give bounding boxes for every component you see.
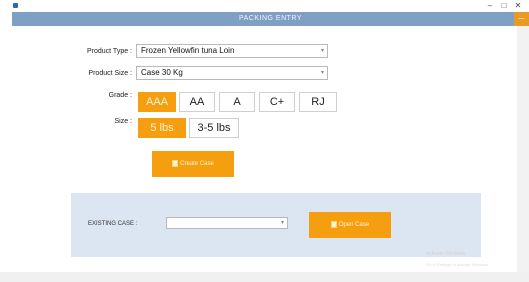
chevron-down-icon: ▾ [320, 70, 324, 76]
create-case-label: Create Case [180, 161, 214, 167]
grade-option-a[interactable]: A [219, 92, 255, 112]
activate-windows-subtext: Go to Settings to activate Windows. [426, 262, 490, 267]
grade-label: Grade : [108, 92, 132, 99]
chevron-down-icon: ▾ [320, 48, 324, 54]
grade-option-aaa[interactable]: AAA [138, 92, 176, 112]
form-header: PACKING ENTRY — [12, 12, 529, 26]
size-option-3-5lbs[interactable]: 3-5 lbs [189, 118, 239, 138]
product-size-label: Product Size : [88, 70, 132, 77]
product-type-label: Product Type : [86, 48, 132, 55]
existing-case-panel: EXISTING CASE : ▾ Open Case [71, 193, 481, 257]
create-case-button[interactable]: Create Case [152, 151, 234, 177]
minimize-button[interactable]: – [483, 0, 497, 12]
left-margin [0, 12, 12, 282]
product-type-dropdown[interactable]: Frozen Yellowfin tuna Loin ▾ [136, 44, 328, 58]
open-case-label: Open Case [338, 222, 370, 228]
product-type-value: Frozen Yellowfin tuna Loin [141, 46, 235, 55]
app-icon [13, 3, 18, 8]
grade-option-aa[interactable]: AA [179, 92, 215, 112]
size-label: Size : [114, 118, 132, 125]
existing-case-dropdown[interactable]: ▾ [166, 217, 288, 229]
open-case-button[interactable]: Open Case [309, 212, 391, 238]
close-button[interactable]: ✕ [511, 0, 525, 12]
grade-option-rj[interactable]: RJ [299, 92, 337, 112]
existing-case-label: EXISTING CASE : [88, 221, 138, 227]
size-option-5lbs[interactable]: 5 lbs [138, 118, 186, 138]
maximize-button[interactable]: □ [497, 0, 511, 12]
product-size-dropdown[interactable]: Case 30 Kg ▾ [136, 66, 328, 80]
activate-windows-watermark: Activate Windows [426, 251, 466, 257]
folder-icon [330, 220, 337, 228]
grade-option-c-plus[interactable]: C+ [259, 92, 295, 112]
header-accent-button[interactable]: — [514, 12, 529, 26]
chevron-down-icon: ▾ [280, 220, 284, 226]
form-title: PACKING ENTRY [238, 15, 303, 22]
bottom-edge [0, 272, 529, 282]
document-icon [172, 159, 179, 167]
product-size-value: Case 30 Kg [141, 68, 183, 77]
window-titlebar [0, 0, 529, 12]
scrollbar-track[interactable] [517, 26, 529, 282]
